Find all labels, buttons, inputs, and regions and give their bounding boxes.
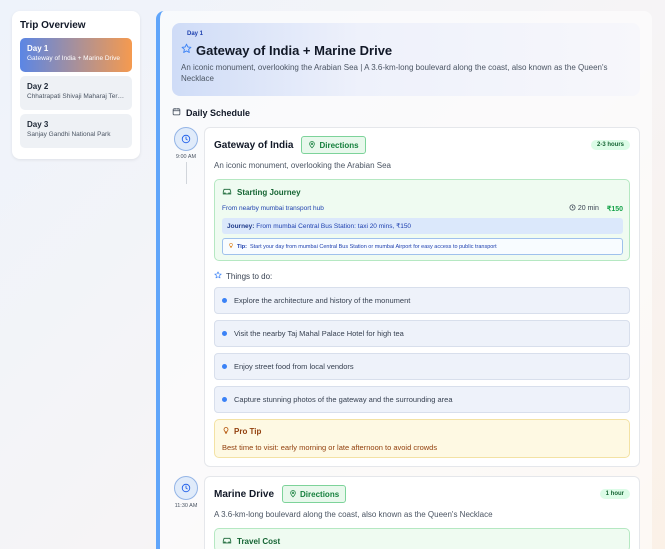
stop-description: An iconic monument, overlooking the Arab… [214,161,391,170]
clock-icon [174,476,198,500]
day-description: An iconic monument, overlooking the Arab… [181,63,608,83]
things-to-do-label: Things to do: [226,271,273,281]
day-label: Day 1 [27,44,49,53]
pro-tip-box: Pro Tip Best time to visit: early mornin… [214,419,630,458]
journey-tip-text: Start your day from mumbai Central Bus S… [249,243,497,250]
journey-time: 20 min [577,205,599,212]
lightbulb-icon [228,242,234,251]
journey-detail-text: From mumbai Central Bus Station: taxi 20… [256,223,412,230]
directions-label: Directions [319,140,359,150]
sidebar-item-day-3[interactable]: Day 3 Sanjay Gandhi National Park [20,114,132,148]
duration-badge: 1 hour [599,489,630,499]
travel-cost-heading: Travel Cost [237,536,281,546]
sidebar-item-day-2[interactable]: Day 2 Chhatrapati Shivaji Maharaj Termin… [20,76,132,110]
car-icon [222,536,232,546]
day-hero-card: Day 1 Gateway of India + Marine Drive An… [172,23,640,96]
car-icon [222,187,232,197]
directions-label: Directions [300,489,340,499]
day-label: Day 3 [27,120,49,129]
schedule-stop: 9:00 AM Gateway of India Directions 2-3 … [172,127,640,467]
stop-description: A 3.6-km-long boulevard along the coast,… [214,510,493,519]
bullet-dot [222,364,227,369]
journey-tip-label: Tip: [237,243,247,250]
day-subtitle: Chhatrapati Shivaji Maharaj Terminus [27,93,125,100]
clock-icon [174,127,198,151]
day-title: Gateway of India + Marine Drive [196,42,393,58]
pro-tip-text: Best time to visit: early morning or lat… [222,443,438,452]
bullet-dot [222,397,227,402]
todo-item: Explore the architecture and history of … [214,287,630,314]
pro-tip-heading: Pro Tip [234,427,262,436]
todo-text: Enjoy street food from local vendors [234,362,354,371]
todo-item: Visit the nearby Taj Mahal Palace Hotel … [214,320,630,347]
star-icon [181,41,192,59]
stop-time: 11:30 AM [174,503,198,509]
todo-item: Enjoy street food from local vendors [214,353,630,380]
directions-button[interactable]: Directions [301,136,366,154]
stop-title: Marine Drive [214,488,275,500]
journey-tip: Tip: Start your day from mumbai Central … [222,238,623,255]
day-badge: Day 1 [187,31,204,37]
stop-card: Marine Drive Directions 1 hour A 3.6-km-… [204,476,640,549]
journey-from: From nearby mumbai transport hub [222,205,324,212]
starting-journey-box: Starting Journey From nearby mumbai tran… [214,179,630,261]
star-icon [214,271,222,281]
todo-text: Visit the nearby Taj Mahal Palace Hotel … [234,329,404,338]
journey-detail: Journey: From mumbai Central Bus Station… [222,218,623,234]
stop-title: Gateway of India [214,139,294,151]
todo-text: Capture stunning photos of the gateway a… [234,395,453,404]
lightbulb-icon [222,426,230,437]
journey-heading: Starting Journey [237,187,301,197]
clock-icon [569,204,576,213]
bullet-dot [222,331,227,336]
duration-badge: 2-3 hours [590,140,630,150]
journey-cost: ₹150 [606,205,623,213]
day-subtitle: Sanjay Gandhi National Park [27,131,111,138]
sidebar-item-day-1[interactable]: Day 1 Gateway of India + Marine Drive [20,38,132,72]
stop-card: Gateway of India Directions 2-3 hours An… [204,127,640,467]
journey-detail-label: Journey: [227,223,255,230]
day-subtitle: Gateway of India + Marine Drive [27,55,121,62]
map-pin-icon [308,140,316,151]
directions-button[interactable]: Directions [282,485,347,503]
bullet-dot [222,298,227,303]
sidebar-title: Trip Overview [20,20,86,31]
schedule-heading: Daily Schedule [172,107,640,118]
map-pin-icon [289,489,297,500]
todo-item: Capture stunning photos of the gateway a… [214,386,630,413]
travel-cost-box: Travel Cost [214,528,630,549]
trip-overview-sidebar: Trip Overview Day 1 Gateway of India + M… [12,11,140,159]
day-detail-panel: Day 1 Gateway of India + Marine Drive An… [156,11,652,549]
day-label: Day 2 [27,82,49,91]
stop-time: 9:00 AM [175,154,197,160]
calendar-icon [172,107,181,118]
todo-text: Explore the architecture and history of … [234,296,411,305]
things-to-do-heading: Things to do: [214,271,630,281]
timeline-connector [185,162,187,184]
schedule-stop: 11:30 AM Marine Drive Directions 1 hour … [172,476,640,549]
schedule-heading-text: Daily Schedule [186,107,251,118]
